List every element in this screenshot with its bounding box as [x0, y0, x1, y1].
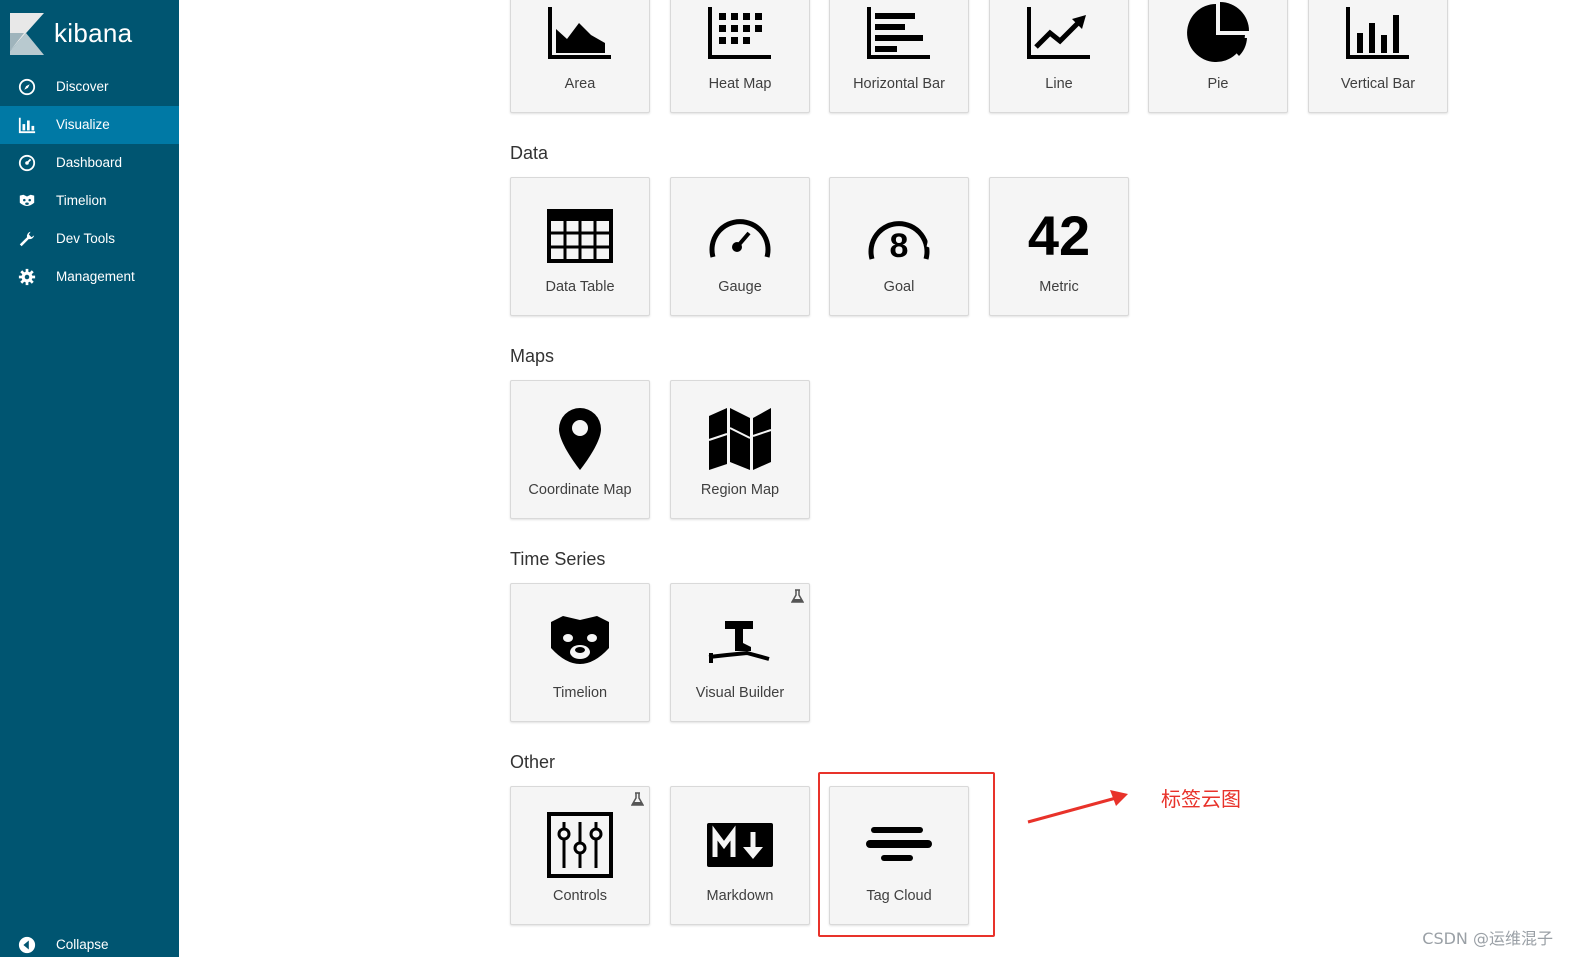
- tile-label: Heat Map: [708, 76, 772, 92]
- experimental-beaker-icon: [631, 792, 644, 806]
- section-title-data: Data: [510, 143, 549, 163]
- tile-label: Coordinate Map: [528, 482, 632, 498]
- tile-markdown[interactable]: Markdown: [670, 786, 810, 925]
- tile-label: Line: [1045, 76, 1073, 92]
- tile-goal[interactable]: 8 Goal: [829, 177, 969, 316]
- tile-metric[interactable]: 42 Metric: [989, 177, 1129, 316]
- pie-chart-icon: [1149, 0, 1287, 67]
- tile-label: Metric: [1039, 279, 1079, 295]
- collapse-arrow-icon: [18, 936, 36, 954]
- timelion-bear-icon: [19, 194, 35, 206]
- gear-icon: [18, 268, 36, 286]
- experimental-beaker-icon: [791, 589, 804, 603]
- tile-label: Region Map: [700, 482, 780, 498]
- tile-horizontal-bar[interactable]: Horizontal Bar: [829, 0, 969, 113]
- tile-label: Data Table: [545, 279, 615, 295]
- tile-data-table[interactable]: Data Table: [510, 177, 650, 316]
- tile-label: Controls: [553, 888, 607, 904]
- goal-icon: 8: [830, 202, 968, 270]
- visual-builder-icon: [671, 608, 809, 676]
- tile-label: Vertical Bar: [1340, 76, 1416, 92]
- tile-timelion[interactable]: Timelion: [510, 583, 650, 722]
- section-title-other: Other: [510, 752, 556, 772]
- bar-chart-icon: [18, 117, 36, 134]
- map-pin-icon: [511, 405, 649, 473]
- brand-name: kibana: [54, 18, 133, 48]
- metric-icon: 42: [990, 202, 1128, 270]
- tile-label: Goal: [883, 279, 915, 295]
- tile-line[interactable]: Line: [989, 0, 1129, 113]
- sidebar-item-label: Timelion: [56, 193, 107, 208]
- tile-label: Horizontal Bar: [853, 76, 945, 92]
- heat-map-icon: [671, 0, 809, 67]
- sidebar-item-management[interactable]: Management: [0, 258, 179, 296]
- wrench-icon: [19, 231, 35, 247]
- markdown-icon: [671, 811, 809, 879]
- line-chart-icon: [990, 0, 1128, 67]
- sidebar-item-label: Dev Tools: [56, 231, 116, 246]
- collapse-button[interactable]: Collapse: [0, 926, 179, 964]
- tile-label: Markdown: [706, 888, 774, 904]
- vertical-bar-icon: [1309, 0, 1447, 67]
- tile-coordinate-map[interactable]: Coordinate Map: [510, 380, 650, 519]
- area-chart-icon: [511, 0, 649, 67]
- tile-label: Timelion: [552, 685, 608, 701]
- sidebar-item-label: Management: [56, 269, 135, 284]
- section-title-maps: Maps: [510, 346, 555, 366]
- annotation-text: 标签云图: [1161, 787, 1241, 811]
- section-title-time-series: Time Series: [510, 549, 606, 569]
- sidebar-item-label: Dashboard: [56, 155, 123, 170]
- sidebar-item-dashboard[interactable]: Dashboard: [0, 144, 179, 182]
- tile-region-map[interactable]: Region Map: [670, 380, 810, 519]
- gauge-icon: [671, 202, 809, 270]
- tile-visual-builder[interactable]: Visual Builder: [670, 583, 810, 722]
- sidebar-item-label: Discover: [56, 79, 109, 94]
- tile-vertical-bar[interactable]: Vertical Bar: [1308, 0, 1448, 113]
- data-table-icon: [511, 202, 649, 270]
- tile-label: Visual Builder: [695, 685, 785, 701]
- brand[interactable]: kibana: [0, 0, 179, 68]
- sidebar-item-timelion[interactable]: Timelion: [0, 182, 179, 220]
- sidebar-item-visualize[interactable]: Visualize: [0, 106, 179, 144]
- timelion-bear-icon: [511, 608, 649, 676]
- sidebar-item-discover[interactable]: Discover: [0, 68, 179, 106]
- tile-heat-map[interactable]: Heat Map: [670, 0, 810, 113]
- horizontal-bar-icon: [830, 0, 968, 67]
- folded-map-icon: [671, 405, 809, 473]
- collapse-label: Collapse: [56, 937, 109, 952]
- metric-number: 42: [1027, 204, 1091, 267]
- watermark: CSDN @运维混子: [1422, 929, 1553, 948]
- sidebar-item-dev-tools[interactable]: Dev Tools: [0, 220, 179, 258]
- tile-controls[interactable]: Controls: [510, 786, 650, 925]
- tile-gauge[interactable]: Gauge: [670, 177, 810, 316]
- annotation-arrow-icon: [1027, 790, 1128, 824]
- annotation-highlight-box: [818, 772, 995, 937]
- kibana-logo-icon: [10, 13, 44, 55]
- sidebar: kibana Discover Visualize Dashboard Time…: [0, 0, 179, 957]
- compass-icon: [18, 78, 36, 96]
- tile-pie[interactable]: Pie: [1148, 0, 1288, 113]
- sliders-icon: [511, 811, 649, 879]
- dashboard-gauge-icon: [18, 154, 36, 172]
- svg-text:8: 8: [890, 227, 909, 265]
- tile-label: Area: [564, 76, 596, 92]
- sidebar-item-label: Visualize: [56, 117, 110, 132]
- tile-label: Pie: [1207, 76, 1229, 92]
- tile-label: Gauge: [718, 279, 762, 295]
- tile-area[interactable]: Area: [510, 0, 650, 113]
